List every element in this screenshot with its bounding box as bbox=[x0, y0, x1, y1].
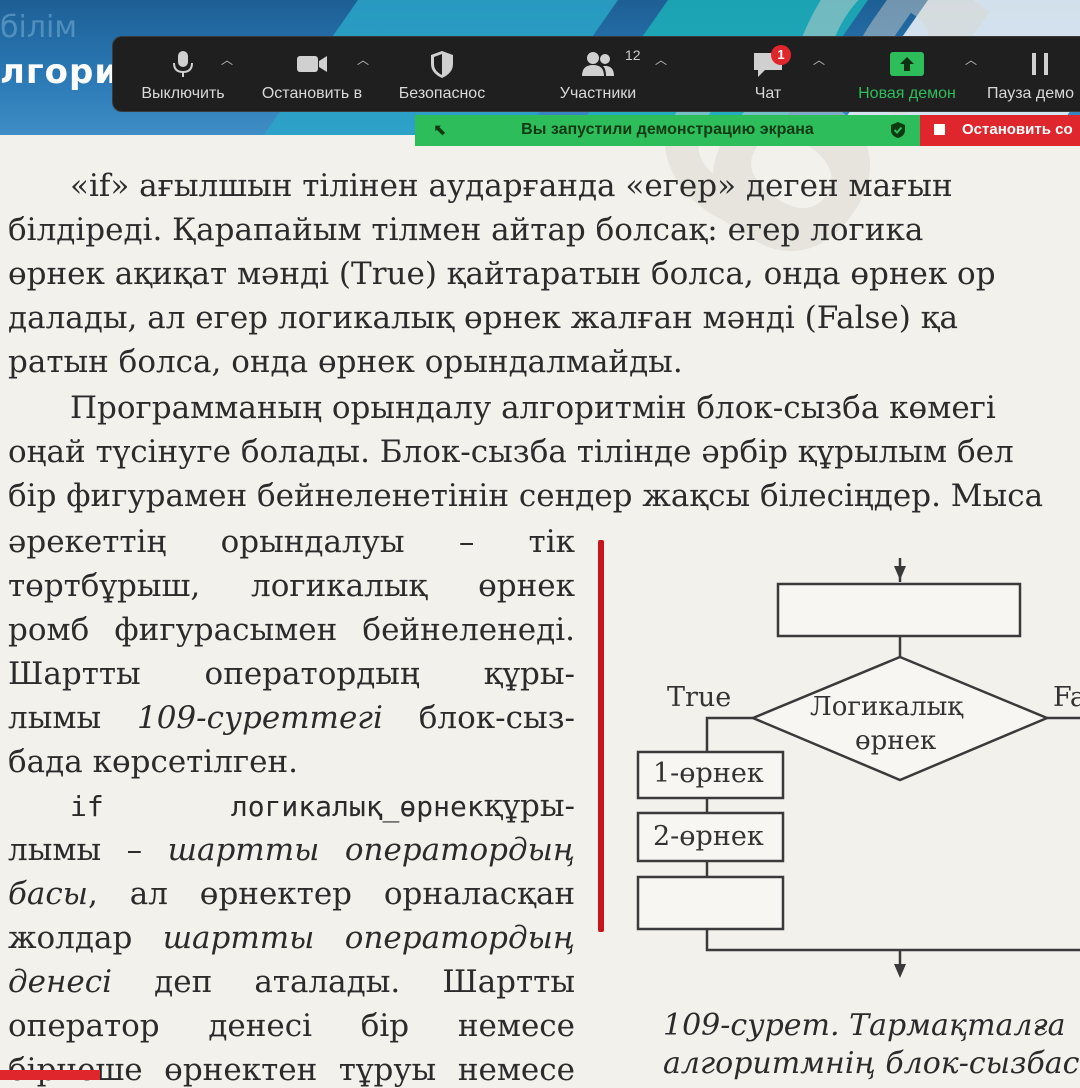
pause-share-button[interactable]: Пауза демо bbox=[981, 43, 1080, 107]
stop-share-button[interactable]: Остановить со bbox=[920, 115, 1080, 146]
sharing-status-text: Вы запустили демонстрацию экрана bbox=[521, 121, 814, 138]
left-col-line: төртбұрыш, логикалық өрнек bbox=[8, 568, 575, 604]
left-col-line: басы, ал өрнектер орналасқан bbox=[8, 876, 575, 912]
flowchart: True Fa Логикалық өрнек 1-өрнек 2-өрнек bbox=[605, 540, 1080, 980]
mute-button[interactable]: ︿ Выключить bbox=[127, 43, 239, 107]
code-snippet: if логикалық_өрнек bbox=[70, 790, 484, 823]
flow-diamond-text-2: өрнек bbox=[855, 726, 937, 756]
new-share-label: Новая демон bbox=[858, 85, 956, 102]
arrow-down-icon bbox=[894, 964, 906, 978]
left-col-line: лымы 109-суреттегі блок-сыз- bbox=[8, 700, 575, 736]
left-col-line: Шартты оператордың құры- bbox=[8, 656, 575, 692]
left-col-line: ромб фигурасымен бейнеленеді. bbox=[8, 612, 575, 648]
page-line-2: білдіреді. Қарапайым тілмен айтар болсақ… bbox=[8, 212, 924, 248]
annotation-red-line bbox=[598, 540, 604, 932]
left-col-line: if логикалық_өрнекқұры- bbox=[70, 788, 575, 824]
pause-share-label: Пауза демо bbox=[987, 85, 1075, 102]
flow-true-branch bbox=[705, 716, 753, 752]
page-line-1: «if» ағылшын тілінен аударғанда «егер» д… bbox=[70, 168, 953, 204]
shield-check-icon[interactable] bbox=[890, 121, 906, 139]
banner-ghost-text: білім bbox=[0, 10, 77, 45]
microphone-icon bbox=[173, 51, 193, 77]
flow-false-label: Fa bbox=[1053, 682, 1080, 713]
flow-process-box bbox=[776, 582, 1022, 638]
page-line-3: өрнек ақиқат мәнді (True) қайтаратын бол… bbox=[8, 256, 996, 292]
share-screen-icon bbox=[890, 52, 924, 76]
stop-square-icon bbox=[934, 124, 945, 135]
sharing-notification-bar: ⬉ Вы запустили демонстрацию экрана bbox=[415, 115, 920, 146]
meeting-toolbar: ︿ Выключить ︿ Остановить в Безопаснос 12… bbox=[112, 36, 1080, 112]
page-line-4: далады, ал егер логикалық өрнек жалған м… bbox=[8, 300, 958, 336]
chevron-up-icon[interactable]: ︿ bbox=[655, 51, 667, 68]
chevron-up-icon[interactable]: ︿ bbox=[965, 51, 977, 68]
stop-share-label: Остановить со bbox=[962, 121, 1073, 138]
left-col-line: бада көрсетілген. bbox=[8, 744, 299, 780]
chat-label: Чат bbox=[754, 85, 782, 102]
left-col-line: денесі деп аталады. Шартты bbox=[8, 964, 575, 1000]
arrow-down-icon bbox=[894, 566, 906, 580]
banner-title: лгори bbox=[0, 52, 120, 92]
page-line-6: Программаның орындалу алгоритмін блок-сы… bbox=[70, 390, 996, 426]
stop-video-label: Остановить в bbox=[261, 85, 363, 102]
flow-box-1-label: 1-өрнек bbox=[653, 758, 764, 789]
participants-icon bbox=[582, 52, 614, 76]
security-label: Безопаснос bbox=[398, 85, 486, 102]
chat-unread-badge: 1 bbox=[771, 45, 791, 65]
new-share-button[interactable]: ︿ Новая демон bbox=[843, 43, 977, 107]
figure-reference: 109-суреттегі bbox=[136, 700, 383, 736]
chevron-up-icon[interactable]: ︿ bbox=[221, 51, 233, 68]
page-line-5: ратын болса, онда өрнек орындалмайды. bbox=[8, 344, 683, 380]
left-col-line: лымы – шартты оператордың bbox=[8, 832, 575, 868]
figure-caption-1: 109-сурет. Тармақталға bbox=[663, 1008, 1066, 1043]
shield-icon bbox=[431, 51, 453, 78]
pause-icon bbox=[1032, 53, 1048, 75]
flow-box-2-label: 2-өрнек bbox=[653, 821, 764, 852]
mute-label: Выключить bbox=[141, 85, 225, 102]
left-col-line: оператор денесі бір немесе bbox=[8, 1008, 575, 1044]
left-col-line: әрекеттің орындалуы – тік bbox=[8, 524, 575, 560]
participants-button[interactable]: 12 ︿ Участники bbox=[533, 43, 667, 107]
page-line-7: оңай түсінуге болады. Блок-сызба тілінде… bbox=[8, 434, 1014, 470]
video-camera-icon bbox=[297, 56, 327, 72]
chevron-up-icon[interactable]: ︿ bbox=[813, 51, 825, 68]
participants-count: 12 bbox=[625, 47, 641, 63]
video-progress-bar[interactable] bbox=[0, 1070, 100, 1080]
chat-button[interactable]: 1 ︿ Чат bbox=[713, 43, 825, 107]
flow-true-label: True bbox=[667, 682, 732, 713]
flow-merge-line bbox=[705, 929, 1080, 952]
security-button[interactable]: Безопаснос bbox=[383, 43, 501, 107]
page-line-8: бір фигурамен бейнеленетінін сендер жақс… bbox=[8, 478, 1044, 514]
flow-diamond-text-1: Логикалық bbox=[810, 692, 964, 722]
participants-label: Участники bbox=[559, 85, 637, 102]
figure-caption-2: алгоритмнің блок-сызбас bbox=[663, 1046, 1080, 1081]
stop-video-button[interactable]: ︿ Остановить в bbox=[251, 43, 373, 107]
flow-box-3 bbox=[636, 875, 785, 931]
left-col-line: жолдар шартты оператордың bbox=[8, 920, 575, 956]
chevron-up-icon[interactable]: ︿ bbox=[357, 51, 369, 68]
